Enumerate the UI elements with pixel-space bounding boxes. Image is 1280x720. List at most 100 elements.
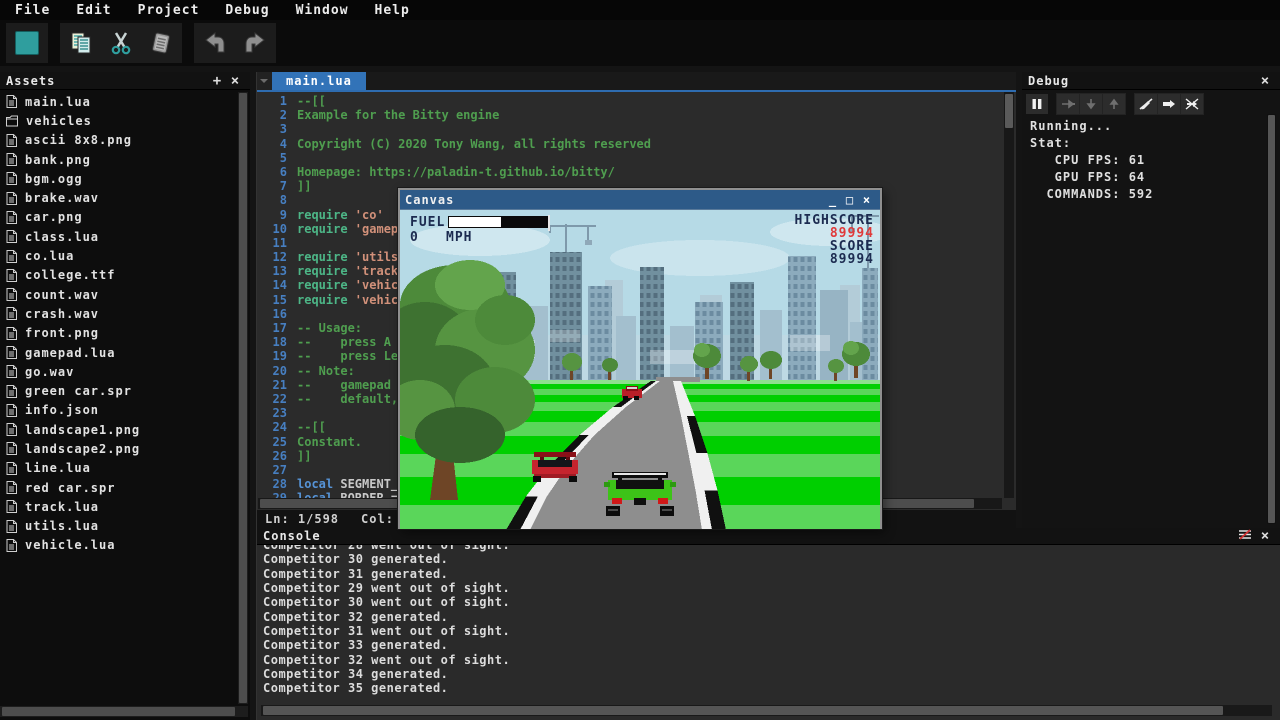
file-icon (6, 307, 17, 320)
asset-item-info-json[interactable]: info.json (0, 401, 238, 420)
asset-item-co-lua[interactable]: co.lua (0, 246, 238, 265)
asset-item-go-wav[interactable]: go.wav (0, 362, 238, 381)
code-line[interactable]: 4 Copyright (C) 2020 Tony Wang, all righ… (257, 137, 1002, 151)
clear-console-button[interactable] (1234, 528, 1256, 544)
file-icon (6, 211, 17, 224)
code-line[interactable]: 6 Homepage: https://paladin-t.github.io/… (257, 165, 1002, 179)
editor-vscrollbar[interactable] (1004, 92, 1014, 498)
pause-icon (1031, 98, 1043, 110)
debug-vscroll-thumb[interactable] (1268, 115, 1275, 523)
line-text: Constant. (297, 435, 362, 449)
asset-item-count-wav[interactable]: count.wav (0, 285, 238, 304)
file-icon (6, 500, 17, 513)
assets-vscrollbar[interactable] (238, 92, 248, 704)
asset-label: class.lua (25, 230, 99, 244)
assets-vscroll-thumb[interactable] (239, 93, 247, 703)
code-line[interactable]: 3 (257, 122, 1002, 136)
line-text: require 'utils (297, 250, 398, 264)
asset-item-brake-wav[interactable]: brake.wav (0, 188, 238, 207)
assets-hscrollbar[interactable] (0, 706, 248, 717)
maximize-button[interactable]: □ (841, 192, 858, 208)
code-line[interactable]: 1 --[[ (257, 94, 1002, 108)
line-number: 11 (257, 236, 287, 250)
menu-debug[interactable]: Debug (212, 0, 282, 20)
step-into-button[interactable] (1080, 94, 1102, 114)
close-console-button[interactable]: × (1256, 528, 1274, 544)
editor-vscroll-thumb[interactable] (1005, 94, 1013, 128)
menu-edit[interactable]: Edit (63, 0, 124, 20)
asset-item-track-lua[interactable]: track.lua (0, 497, 238, 516)
asset-item-crash-wav[interactable]: crash.wav (0, 304, 238, 323)
assets-hscroll-thumb[interactable] (2, 707, 235, 716)
close-debug-button[interactable]: × (1256, 73, 1274, 89)
line-text: require 'co' (297, 208, 384, 222)
asset-label: bgm.ogg (25, 172, 83, 186)
undo-button[interactable] (196, 25, 234, 61)
asset-item-ascii-8x8-png[interactable]: ascii 8x8.png (0, 131, 238, 150)
asset-item-vehicle-lua[interactable]: vehicle.lua (0, 536, 238, 555)
step-out-button[interactable] (1103, 94, 1125, 114)
asset-item-car-png[interactable]: car.png (0, 208, 238, 227)
asset-item-gamepad-lua[interactable]: gamepad.lua (0, 343, 238, 362)
line-number: 26 (257, 449, 287, 463)
asset-label: main.lua (25, 95, 91, 109)
redo-button[interactable] (236, 25, 274, 61)
menu-project[interactable]: Project (125, 0, 213, 20)
cut-button[interactable] (102, 25, 140, 61)
minimize-button[interactable]: _ (824, 192, 841, 208)
tab-main-lua[interactable]: main.lua (272, 72, 366, 90)
asset-item-green-car-spr[interactable]: green car.spr (0, 381, 238, 400)
debug-output: Running...Stat: CPU FPS: 61 GPU FPS: 64 … (1030, 118, 1264, 524)
canvas-titlebar[interactable]: Canvas _ □ × (400, 190, 880, 209)
asset-item-bgm-ogg[interactable]: bgm.ogg (0, 169, 238, 188)
menu-help[interactable]: Help (362, 0, 423, 20)
console-panel: Console × Competitor 28 went out of sigh… (256, 528, 1280, 720)
add-asset-button[interactable]: + (208, 73, 226, 89)
console-title: Console (263, 529, 321, 543)
close-assets-button[interactable]: × (226, 73, 244, 89)
asset-item-vehicles[interactable]: vehicles (0, 111, 238, 130)
close-canvas-button[interactable]: × (858, 192, 875, 208)
toolbar-group-history (194, 23, 276, 63)
file-icon (6, 481, 17, 494)
run-button[interactable] (8, 25, 46, 61)
continue-button[interactable] (1158, 94, 1180, 114)
file-icon (6, 385, 17, 398)
file-icon (6, 153, 17, 166)
paste-button[interactable] (142, 25, 180, 61)
file-icon (6, 520, 17, 533)
console-hscroll-thumb[interactable] (263, 706, 1223, 715)
tab-list-dropdown-icon[interactable] (257, 72, 272, 90)
step-into-icon (1085, 98, 1097, 110)
asset-label: go.wav (25, 365, 74, 379)
asset-item-landscape2-png[interactable]: landscape2.png (0, 439, 238, 458)
debug-vscrollbar[interactable] (1267, 114, 1276, 524)
asset-item-red-car-spr[interactable]: red car.spr (0, 478, 238, 497)
pause-button[interactable] (1026, 94, 1048, 114)
menu-window[interactable]: Window (283, 0, 362, 20)
asset-item-landscape1-png[interactable]: landscape1.png (0, 420, 238, 439)
asset-item-main-lua[interactable]: main.lua (0, 92, 238, 111)
step-over-icon (1061, 98, 1075, 110)
line-number: 3 (257, 122, 287, 136)
game-scene (400, 210, 880, 529)
game-canvas[interactable]: FUEL 0 MPH HIGHSCORE 89994 SCORE 89994 (400, 209, 880, 529)
asset-item-class-lua[interactable]: class.lua (0, 227, 238, 246)
asset-item-bank-png[interactable]: bank.png (0, 150, 238, 169)
line-number: 24 (257, 420, 287, 434)
toggle-breakpoint-button[interactable] (1135, 94, 1157, 114)
line-number: 7 (257, 179, 287, 193)
console-hscrollbar[interactable] (261, 705, 1272, 716)
asset-item-utils-lua[interactable]: utils.lua (0, 517, 238, 536)
code-line[interactable]: 2 Example for the Bitty engine (257, 108, 1002, 122)
asset-item-front-png[interactable]: front.png (0, 324, 238, 343)
step-over-button[interactable] (1057, 94, 1079, 114)
copy-button[interactable] (62, 25, 100, 61)
asset-item-college-ttf[interactable]: college.ttf (0, 266, 238, 285)
menu-file[interactable]: File (2, 0, 63, 20)
asset-item-line-lua[interactable]: line.lua (0, 459, 238, 478)
code-line[interactable]: 5 (257, 151, 1002, 165)
file-icon (6, 404, 17, 417)
clear-breakpoints-button[interactable] (1181, 94, 1203, 114)
console-line: Competitor 35 generated. (263, 681, 1270, 695)
